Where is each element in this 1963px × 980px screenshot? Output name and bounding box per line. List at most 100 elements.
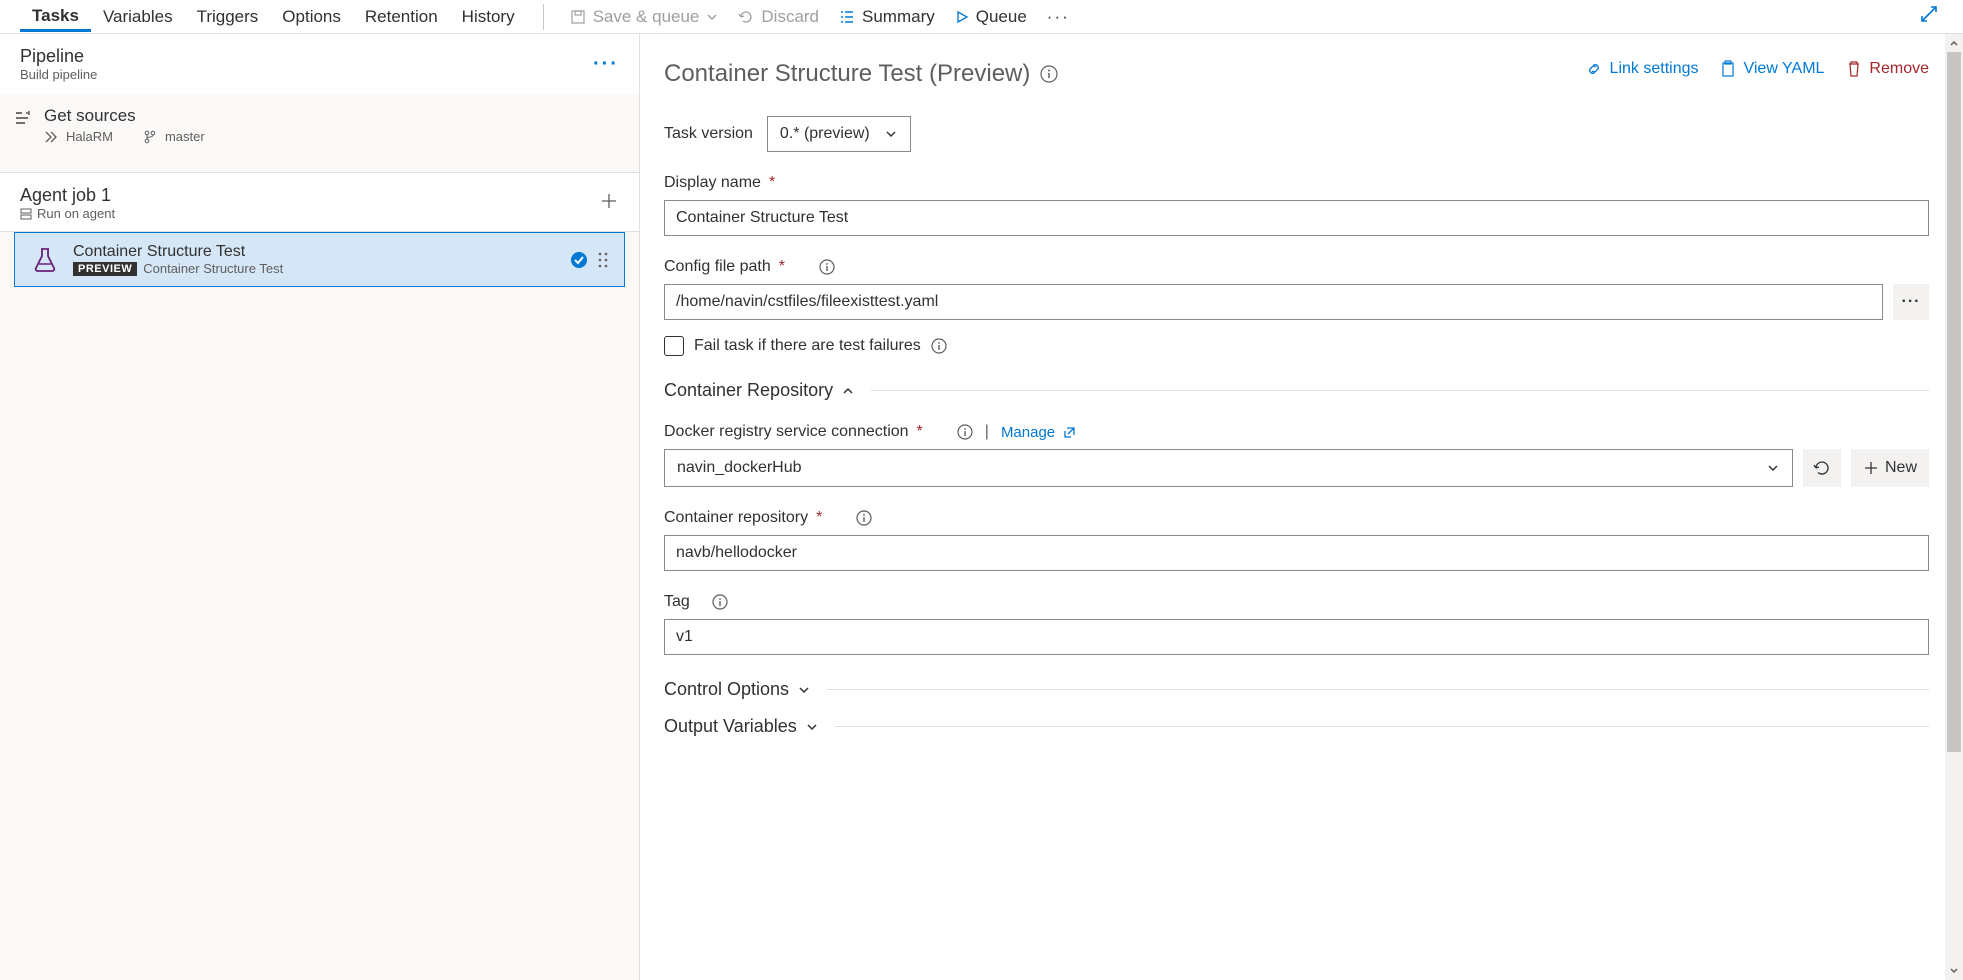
chevron-down-icon bbox=[706, 11, 718, 23]
external-link-icon bbox=[1063, 426, 1076, 439]
info-icon[interactable] bbox=[1040, 65, 1058, 83]
trash-icon bbox=[1846, 60, 1862, 78]
docker-conn-label: Docker registry service connection bbox=[664, 423, 909, 441]
link-settings-button[interactable]: Link settings bbox=[1585, 60, 1699, 78]
branch-icon bbox=[143, 130, 157, 144]
server-icon bbox=[20, 208, 32, 220]
discard-label: Discard bbox=[761, 7, 819, 27]
agent-job-row[interactable]: Agent job 1 Run on agent bbox=[0, 172, 639, 232]
container-repo-section-label: Container Repository bbox=[664, 380, 833, 401]
top-tab-bar: Tasks Variables Triggers Options Retenti… bbox=[0, 0, 1963, 34]
info-icon[interactable] bbox=[856, 510, 872, 526]
chevron-down-icon bbox=[884, 127, 898, 141]
scroll-down-arrow[interactable] bbox=[1945, 962, 1963, 980]
scrollbar[interactable] bbox=[1945, 34, 1963, 980]
chevron-down-icon bbox=[797, 683, 811, 697]
docker-conn-select[interactable]: navin_dockerHub bbox=[664, 449, 1793, 487]
view-yaml-label: View YAML bbox=[1743, 60, 1824, 78]
display-name-input[interactable] bbox=[664, 200, 1929, 236]
browse-button[interactable]: ··· bbox=[1893, 284, 1929, 320]
scroll-up-arrow[interactable] bbox=[1945, 34, 1963, 52]
discard-button[interactable]: Discard bbox=[728, 3, 829, 31]
tab-variables[interactable]: Variables bbox=[91, 3, 185, 31]
tab-triggers[interactable]: Triggers bbox=[185, 3, 271, 31]
get-sources-row[interactable]: Get sources HalaRM master bbox=[0, 94, 639, 154]
repo-icon bbox=[44, 130, 58, 144]
output-variables-label: Output Variables bbox=[664, 716, 797, 737]
preview-badge: PREVIEW bbox=[73, 262, 137, 276]
sources-icon bbox=[14, 109, 32, 127]
new-connection-button[interactable]: New bbox=[1851, 449, 1929, 487]
control-options-label: Control Options bbox=[664, 679, 789, 700]
undo-icon bbox=[738, 9, 754, 25]
task-version-value: 0.* (preview) bbox=[780, 125, 870, 143]
config-path-input[interactable] bbox=[664, 284, 1883, 320]
docker-conn-value: navin_dockerHub bbox=[677, 459, 802, 477]
fail-task-label: Fail task if there are test failures bbox=[694, 337, 921, 355]
remove-label: Remove bbox=[1869, 60, 1929, 78]
pipeline-title: Pipeline bbox=[20, 46, 97, 67]
play-icon bbox=[955, 10, 969, 24]
pipeline-more-button[interactable]: ··· bbox=[593, 53, 619, 76]
section-line bbox=[871, 390, 1929, 391]
link-settings-label: Link settings bbox=[1610, 60, 1699, 78]
clipboard-icon bbox=[1720, 60, 1736, 78]
chevron-up-icon bbox=[841, 384, 855, 398]
manage-link[interactable]: Manage bbox=[1001, 424, 1055, 441]
display-name-label: Display name bbox=[664, 174, 761, 192]
pipeline-tree-panel: Pipeline Build pipeline ··· Get sources … bbox=[0, 34, 640, 980]
more-label: ··· bbox=[1047, 7, 1070, 27]
info-icon[interactable] bbox=[957, 424, 973, 440]
info-icon[interactable] bbox=[712, 594, 728, 610]
get-sources-title: Get sources bbox=[44, 106, 205, 126]
fail-task-checkbox[interactable] bbox=[664, 336, 684, 356]
tab-retention[interactable]: Retention bbox=[353, 3, 450, 31]
expand-icon bbox=[1919, 4, 1939, 24]
add-task-button[interactable] bbox=[599, 191, 619, 216]
list-icon bbox=[839, 9, 855, 25]
task-container-structure-test[interactable]: Container Structure Test PREVIEW Contain… bbox=[14, 232, 625, 287]
container-repo-label: Container repository bbox=[664, 509, 808, 527]
agent-job-subtitle: Run on agent bbox=[37, 206, 115, 221]
tab-tasks[interactable]: Tasks bbox=[20, 2, 91, 32]
save-queue-button[interactable]: Save & queue bbox=[560, 3, 729, 31]
repo-name: HalaRM bbox=[66, 129, 113, 144]
tab-options[interactable]: Options bbox=[270, 3, 353, 31]
section-line bbox=[827, 689, 1929, 690]
required-marker: * bbox=[779, 258, 785, 276]
required-marker: * bbox=[917, 423, 923, 441]
drag-handle-icon[interactable] bbox=[596, 250, 610, 270]
info-icon[interactable] bbox=[931, 338, 947, 354]
pipeline-header[interactable]: Pipeline Build pipeline ··· bbox=[0, 34, 639, 94]
control-options-section[interactable]: Control Options bbox=[664, 679, 1929, 700]
link-icon bbox=[1585, 60, 1603, 78]
save-icon bbox=[570, 9, 586, 25]
summary-button[interactable]: Summary bbox=[829, 3, 945, 31]
detail-title: Container Structure Test (Preview) bbox=[664, 60, 1030, 88]
agent-job-title: Agent job 1 bbox=[20, 185, 115, 206]
config-path-label: Config file path bbox=[664, 258, 771, 276]
tab-history[interactable]: History bbox=[450, 3, 527, 31]
refresh-button[interactable] bbox=[1803, 449, 1841, 487]
more-button[interactable]: ··· bbox=[1037, 3, 1080, 31]
new-label: New bbox=[1885, 459, 1917, 477]
tag-input[interactable] bbox=[664, 619, 1929, 655]
container-repository-section[interactable]: Container Repository bbox=[664, 380, 1929, 401]
info-icon[interactable] bbox=[819, 259, 835, 275]
task-item-title: Container Structure Test bbox=[73, 243, 283, 261]
task-version-select[interactable]: 0.* (preview) bbox=[767, 116, 911, 152]
queue-button[interactable]: Queue bbox=[945, 3, 1037, 31]
task-item-subtitle: Container Structure Test bbox=[143, 261, 283, 276]
tag-label: Tag bbox=[664, 593, 690, 611]
expand-button[interactable] bbox=[1915, 0, 1943, 33]
output-variables-section[interactable]: Output Variables bbox=[664, 716, 1929, 737]
branch-name: master bbox=[165, 129, 205, 144]
container-repo-input[interactable] bbox=[664, 535, 1929, 571]
scrollbar-thumb[interactable] bbox=[1947, 52, 1961, 752]
remove-button[interactable]: Remove bbox=[1846, 60, 1929, 78]
pipeline-subtitle: Build pipeline bbox=[20, 67, 97, 82]
task-version-label: Task version bbox=[664, 125, 753, 143]
view-yaml-button[interactable]: View YAML bbox=[1720, 60, 1824, 78]
save-queue-label: Save & queue bbox=[593, 7, 700, 27]
task-flask-icon bbox=[29, 244, 61, 276]
